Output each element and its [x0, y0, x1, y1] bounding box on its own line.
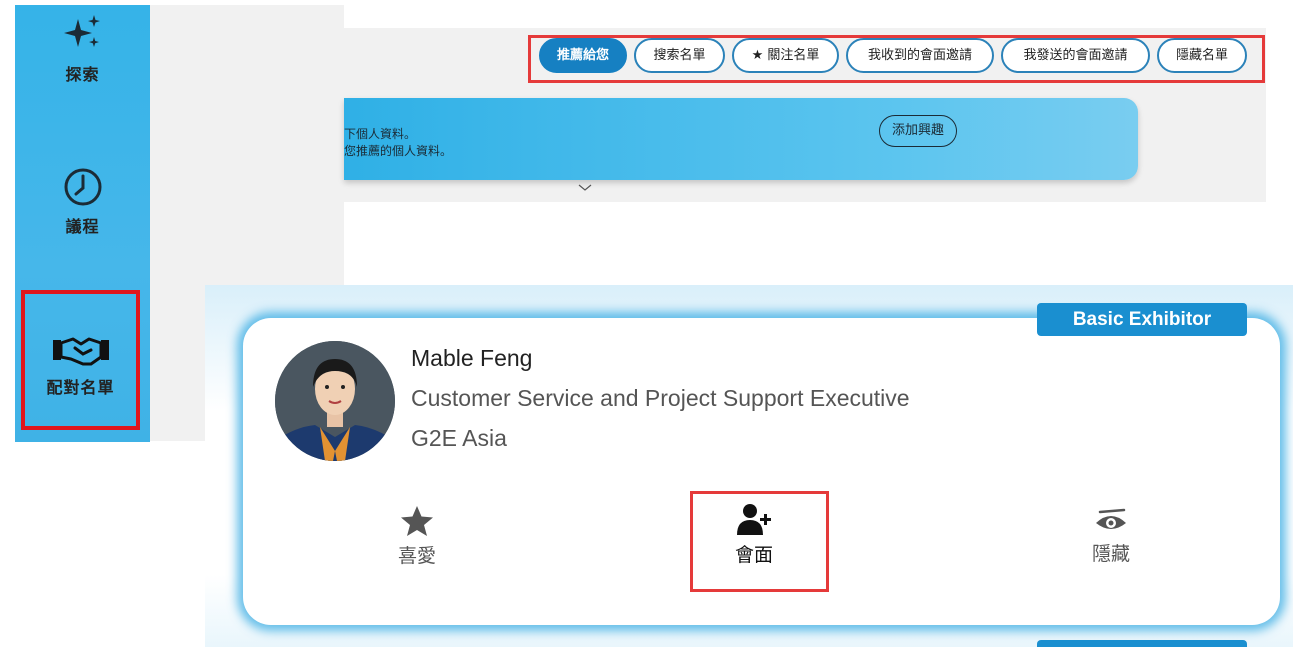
meeting-label: 會面 [734, 544, 773, 566]
sparkles-icon [63, 15, 100, 47]
avatar [275, 341, 395, 461]
add-interest-button[interactable]: 添加興趣 [879, 115, 958, 147]
next-card-badge [1037, 640, 1247, 647]
tab-sent-invitations[interactable]: 我發送的會面邀請 [1001, 38, 1150, 73]
hide-label: 隱藏 [1091, 543, 1130, 565]
chevron-down-icon[interactable] [578, 184, 592, 192]
star-icon [401, 506, 433, 536]
banner-line-2: 您推薦的個人資料。 [344, 144, 453, 158]
handshake-icon [52, 337, 109, 366]
avatar-photo [275, 341, 395, 461]
hide-button[interactable]: 隱藏 [1051, 505, 1171, 566]
favorite-button[interactable]: 喜愛 [357, 505, 477, 568]
clock-icon [64, 168, 101, 206]
profile-name: Mable Feng [411, 345, 533, 371]
profile-job-title: Customer Service and Project Support Exe… [411, 385, 910, 411]
add-user-icon [737, 504, 771, 535]
meeting-button[interactable]: 會面 [694, 502, 814, 567]
info-banner: 下個人資料。 您推薦的個人資料。 添加興趣 [344, 98, 1138, 180]
tab-search[interactable]: 搜索名單 [634, 38, 725, 73]
tab-hidden[interactable]: 隱藏名單 [1157, 38, 1247, 73]
sidebar-item-label: 配對名單 [46, 378, 115, 397]
sidebar-item-matches[interactable]: 配對名單 [21, 290, 140, 430]
tier-badge: Basic Exhibitor [1037, 303, 1247, 336]
banner-line-1: 下個人資料。 [344, 127, 417, 141]
sidebar-item-agenda[interactable]: 議程 [15, 165, 150, 237]
favorite-label: 喜愛 [397, 545, 436, 567]
eye-icon [1096, 508, 1126, 529]
tab-followed[interactable]: ★ 關注名單 [732, 38, 839, 73]
tab-received-invitations[interactable]: 我收到的會面邀請 [846, 38, 994, 73]
sidebar-item-explore[interactable]: 探索 [15, 13, 150, 85]
profile-company: G2E Asia [411, 425, 507, 451]
tab-recommended[interactable]: 推薦給您 [539, 38, 627, 73]
banner-text: 下個人資料。 您推薦的個人資料。 [344, 126, 452, 160]
sidebar: 探索 議程 配對名單 [15, 5, 150, 442]
sidebar-item-label: 議程 [65, 217, 100, 236]
sidebar-item-label: 探索 [65, 65, 100, 84]
